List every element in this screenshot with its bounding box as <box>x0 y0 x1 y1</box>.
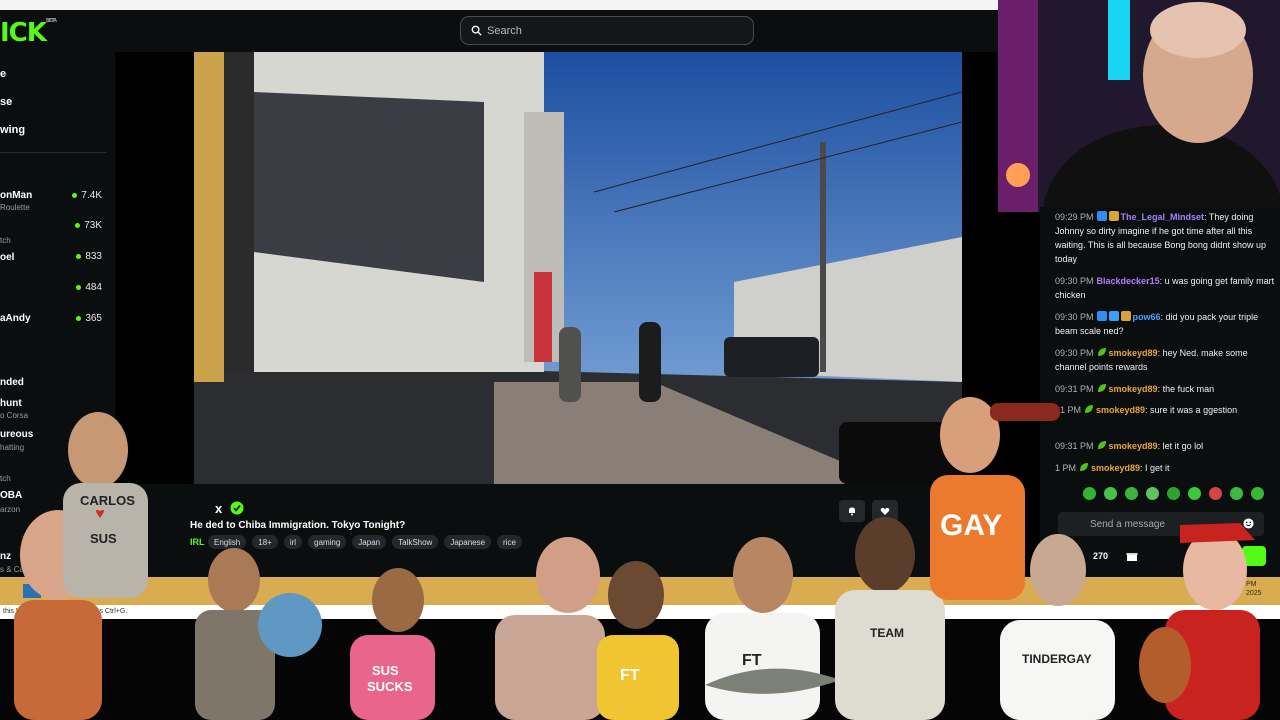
chat-message: 09:31 PM smokeyd89: the fuck man <box>1055 384 1215 394</box>
gift-badge-icon <box>1120 311 1131 321</box>
sidebar-divider <box>0 152 106 153</box>
channel-viewers: 833 <box>76 251 102 262</box>
svg-text:CARLOS: CARLOS <box>80 493 135 508</box>
channel-viewers: 365 <box>76 313 102 324</box>
gift-badge-icon <box>1108 211 1119 221</box>
search-icon <box>471 25 482 36</box>
live-dot-icon <box>76 254 82 259</box>
leaf-badge-icon <box>1097 348 1106 356</box>
nav-browse[interactable]: se <box>0 96 12 108</box>
live-dot-icon <box>75 223 81 228</box>
kick-logo[interactable]: ICKBETA <box>0 18 57 48</box>
chat-message: 09:30 PM pow66: did you pack your triple … <box>1055 311 1259 336</box>
nav-following[interactable]: wing <box>0 124 25 136</box>
chat-message: 09:29 PM The_Legal_Mindset: They doing Jo… <box>1055 211 1266 264</box>
site-header: ICKBETA Search <box>0 10 998 52</box>
browser-top-strip <box>0 0 998 10</box>
channel-viewers: 73K <box>75 220 102 231</box>
sub-months-badge-icon <box>1108 311 1119 321</box>
svg-text:FT: FT <box>742 652 762 669</box>
chat-message: 09:30 PM smokeyd89: hey Ned. make some ch… <box>1055 348 1248 372</box>
svg-text:SUCKS: SUCKS <box>367 679 413 694</box>
leaf-badge-icon <box>1097 384 1106 392</box>
live-dot-icon <box>76 285 82 290</box>
channel-name[interactable]: aAndy <box>0 313 31 324</box>
channel-name[interactable]: onMan <box>0 190 32 201</box>
channel-viewers: 7.4K <box>72 190 102 201</box>
subscriber-badge-icon <box>1096 211 1107 221</box>
svg-text:SUS: SUS <box>90 531 117 546</box>
figurine-overlay: CARLOS SUS SUS SUCKS FT FT TEAM GAY TIND… <box>14 397 1260 720</box>
channel-category: Roulette <box>0 203 30 212</box>
live-dot-icon <box>76 316 82 321</box>
channel-viewers: 484 <box>76 282 102 293</box>
svg-text:TEAM: TEAM <box>870 626 904 640</box>
sidebar-section-label: tch <box>0 236 11 245</box>
search-placeholder: Search <box>487 24 522 37</box>
webcam-scene <box>998 0 1280 212</box>
chat-message: 09:30 PM Blackdecker15: u was going get f… <box>1055 276 1275 300</box>
figurine-body <box>14 600 102 720</box>
nav-home[interactable]: e <box>0 68 6 80</box>
subscriber-badge-icon <box>1096 311 1107 321</box>
svg-text:SUS: SUS <box>372 663 399 678</box>
search-input[interactable]: Search <box>460 16 754 45</box>
sidebar-section-recommended: nded <box>0 377 24 388</box>
svg-text:GAY: GAY <box>940 509 1002 542</box>
webcam-feed <box>998 0 1280 212</box>
svg-text:FT: FT <box>620 667 640 684</box>
svg-text:TINDERGAY: TINDERGAY <box>1022 652 1092 666</box>
live-dot-icon <box>72 193 78 198</box>
channel-name[interactable]: oel <box>0 252 14 263</box>
